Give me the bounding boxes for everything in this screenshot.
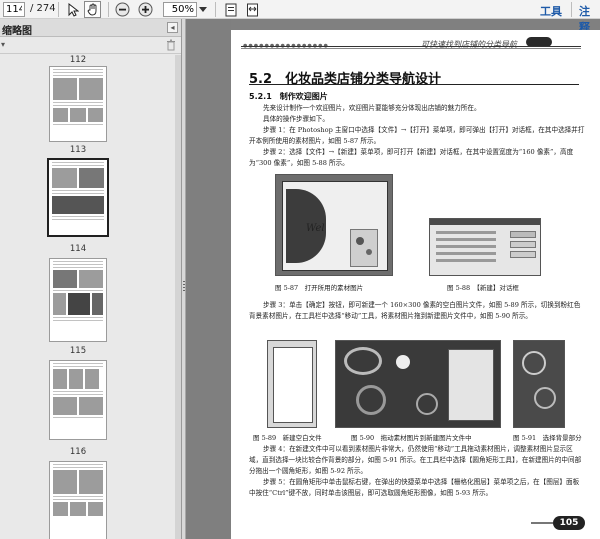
page-number-decoration — [531, 522, 553, 524]
figure-5-90 — [335, 340, 501, 428]
toolbar-divider — [58, 2, 59, 17]
subsection-title: 5.2.1 制作欢迎图片 — [249, 92, 328, 101]
page-total: / 274 — [30, 3, 56, 14]
options-menu-icon[interactable]: ▾ — [1, 40, 5, 49]
toolbar-divider — [215, 2, 216, 17]
zoom-out-icon[interactable] — [114, 1, 131, 18]
header-rule — [241, 48, 581, 49]
page-number: 105 — [553, 516, 585, 530]
body-paragraph: 先来设计制作一个欢迎图片，欢迎图片要能够充分体现出店铺的魅力所在。 — [263, 104, 481, 112]
figure-caption: 图 5-87 打开所用的素材图片 — [275, 284, 364, 292]
figure-5-91 — [513, 340, 565, 428]
figure-caption: 图 5-88 【新建】对话框 — [447, 284, 519, 292]
thumb-label: 114 — [69, 244, 87, 254]
figure-caption: 图 5-90 拖动素材图片到新建图片文件中 — [351, 434, 472, 442]
close-icon[interactable]: ◂ — [167, 22, 178, 33]
thumb-label: 113 — [69, 145, 87, 155]
body-paragraph: 步骤 3：单击【确定】按钮，即可新建一个 160×300 像素的空白图片文件，如… — [249, 301, 581, 320]
thumbnail-list: 112 113 114 115 116 — [0, 55, 176, 539]
toolbar-divider — [108, 2, 109, 17]
figure-caption: 图 5-89 新建空白文件 — [253, 434, 322, 442]
thumb-label: 115 — [69, 346, 87, 356]
hand-tool-icon[interactable] — [84, 1, 101, 18]
zoom-input[interactable] — [163, 2, 197, 17]
toolbar-divider — [571, 2, 572, 17]
thumb-label: 112 — [69, 55, 87, 65]
body-paragraph: 步骤 2：选择【文件】→【新建】菜单项，即可打开【新建】对话框，在其中设置宽度为… — [249, 148, 574, 167]
header-rule — [241, 46, 581, 47]
panel-title: 缩略图 — [2, 26, 32, 37]
thumbnail-page-114[interactable] — [49, 258, 107, 342]
dropdown-icon[interactable] — [197, 1, 209, 18]
section-rule — [249, 84, 579, 85]
panel-options-bar: ▾ — [0, 37, 181, 54]
thumbnail-page-116[interactable] — [49, 461, 107, 539]
document-page: ●●●●●●●●●●●●●●●● 可快速找到店铺的分类导航 5.2 化妆品类店铺… — [231, 30, 600, 539]
trash-icon[interactable] — [166, 39, 176, 51]
fit-page-icon[interactable] — [222, 1, 239, 18]
body-paragraph: 步骤 1：在 Photoshop 主窗口中选择【文件】→【打开】菜单项，即可弹出… — [249, 126, 585, 145]
thumbnail-panel: 缩略图 ◂ ▾ 112 113 114 115 116 — [0, 19, 182, 539]
select-arrow-icon[interactable] — [64, 1, 81, 18]
toolbar: / 274 工具 注释 — [0, 0, 600, 34]
panel-header: 缩略图 ◂ — [0, 19, 181, 37]
thumb-label: 116 — [69, 447, 87, 457]
thumbnail-page-115[interactable] — [49, 360, 107, 440]
thumbnail-scrollbar[interactable] — [175, 55, 181, 539]
figure-caption: 图 5-91 选择背景部分 — [513, 434, 582, 442]
figure-5-88 — [429, 218, 541, 276]
body-paragraph: 具体的操作步骤如下。 — [263, 115, 329, 123]
thumbnail-page-112[interactable] — [49, 66, 107, 142]
body-paragraph: 步骤 4：在新建文件中可以看到素材图片非常大，仍然使用“移动”工具拖动素材图片，… — [249, 445, 582, 475]
page-number-input[interactable] — [3, 2, 25, 17]
tools-menu[interactable]: 工具 — [540, 3, 562, 19]
body-paragraph: 步骤 5：在圆角矩形中单击鼠标右键，在弹出的快捷菜单中选择【栅格化图层】菜单项之… — [249, 478, 580, 497]
fit-width-icon[interactable] — [244, 1, 261, 18]
figure-5-89 — [267, 340, 317, 428]
thumbnail-page-113[interactable] — [47, 158, 109, 237]
figure-5-87: Wel — [275, 174, 393, 276]
document-background — [186, 19, 231, 539]
zoom-in-icon[interactable] — [137, 1, 154, 18]
splitter-grip[interactable] — [183, 281, 185, 293]
